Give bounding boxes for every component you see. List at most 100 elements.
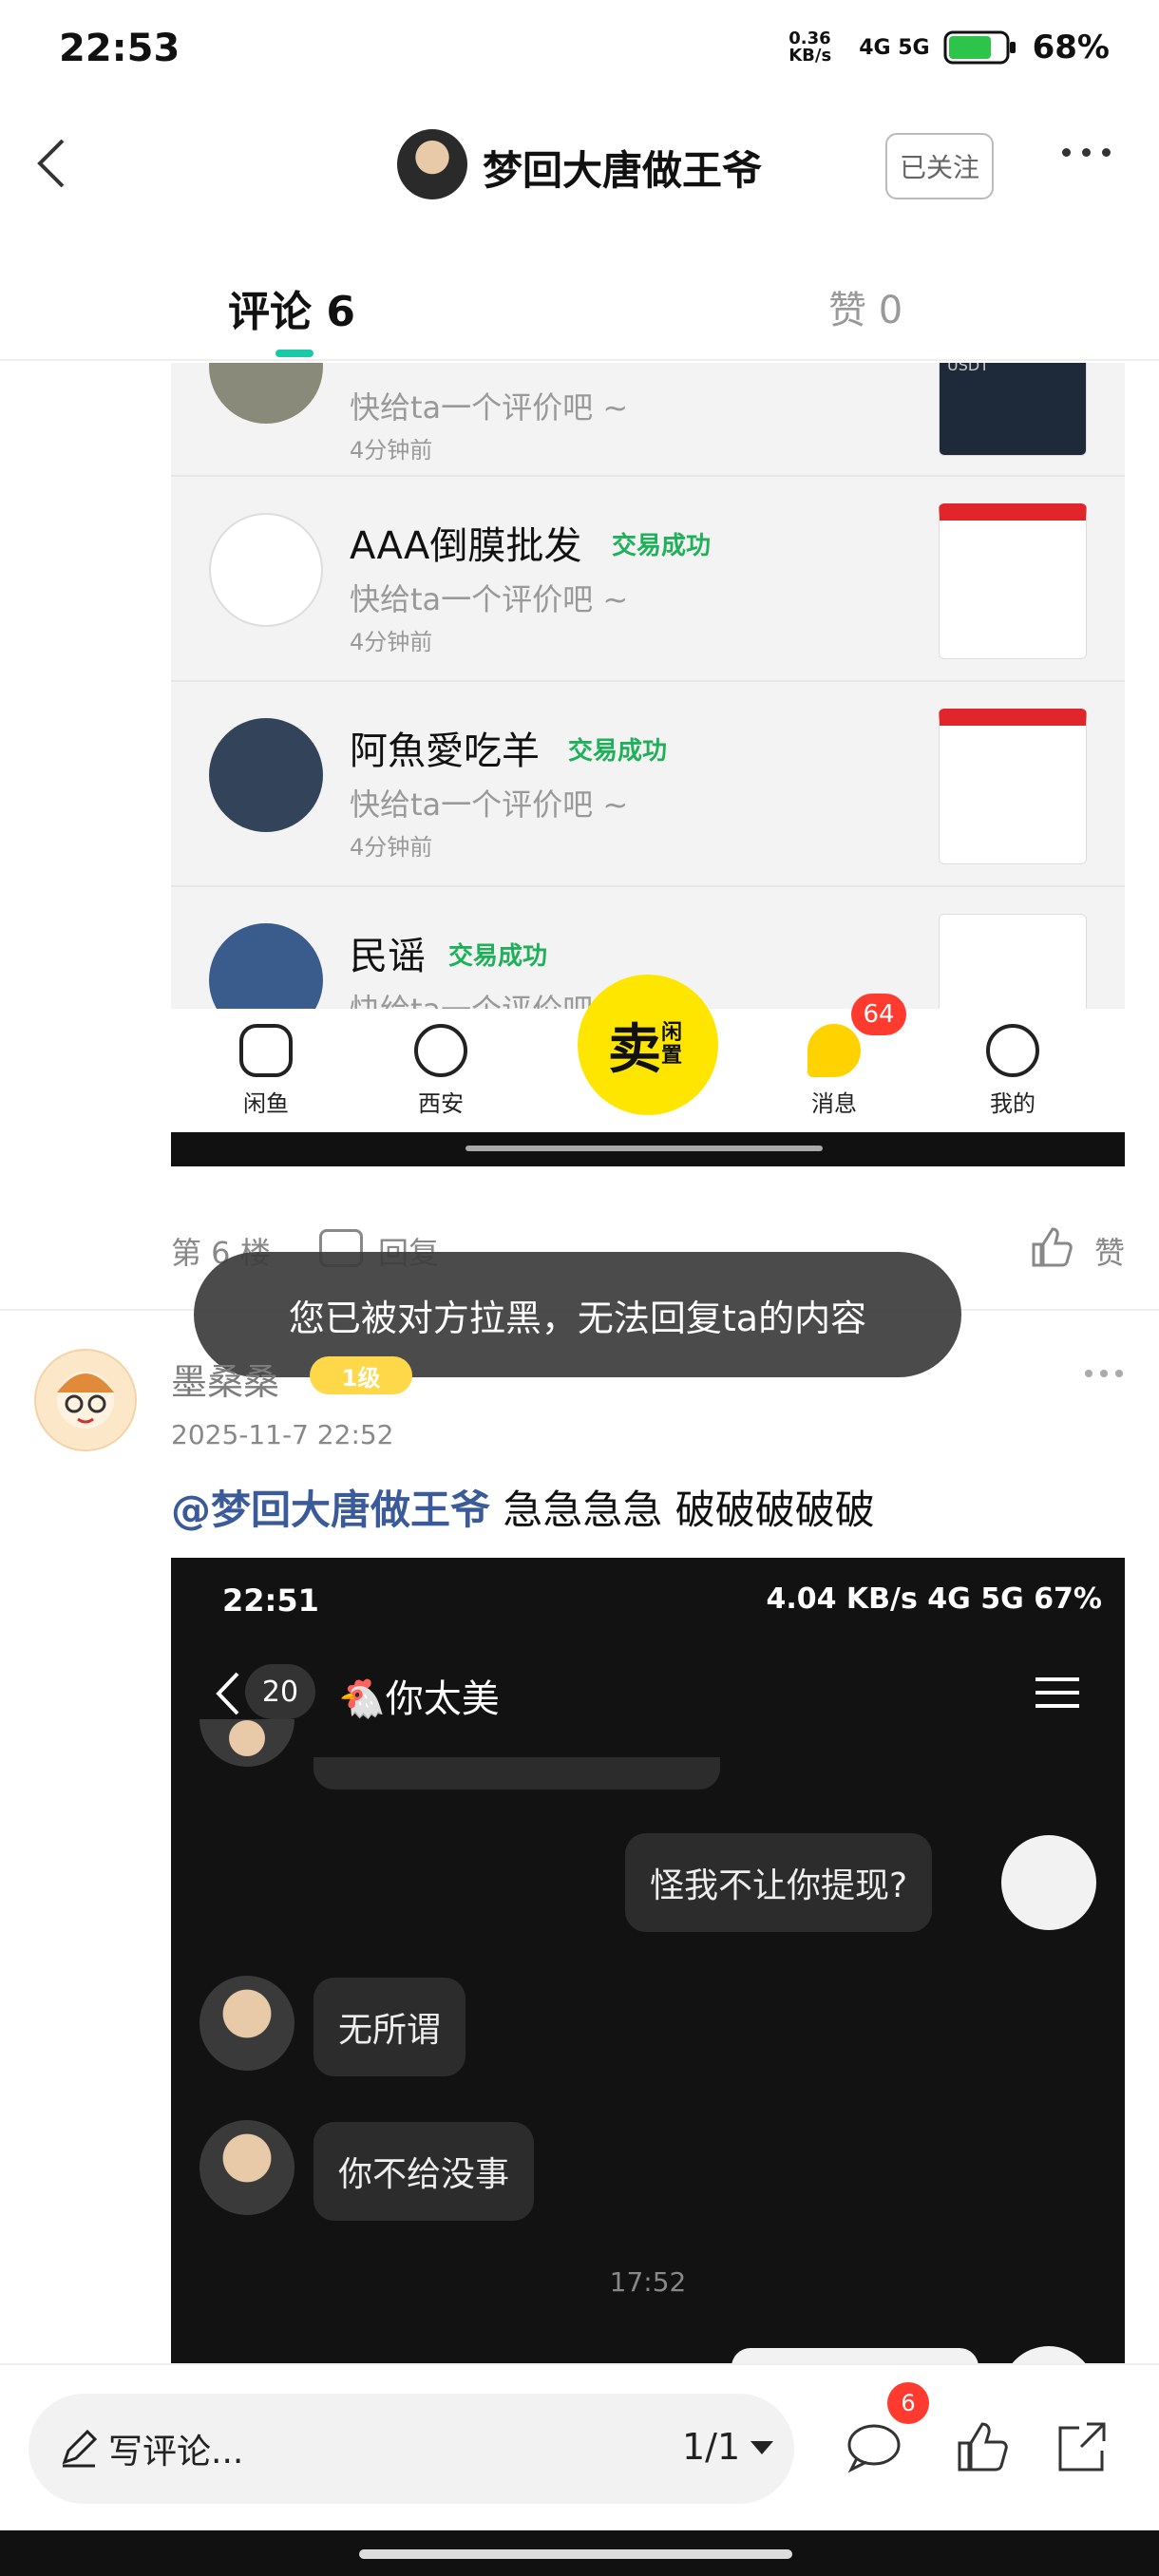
- toast-message: 您已被对方拉黑，无法回复ta的内容: [194, 1252, 961, 1377]
- chat-bubble-partial: [314, 1757, 720, 1790]
- trade-success-badge: 交易成功: [612, 532, 712, 560]
- review-item: 快给ta一个评价吧 ~ 4分钟前 USDT: [171, 363, 1125, 477]
- sell-label: 卖: [608, 1018, 661, 1081]
- mention-link[interactable]: @梦回大唐做王爷: [171, 1487, 490, 1533]
- review-time: 4分钟前: [350, 437, 433, 464]
- chat-title: 🐔你太美: [338, 1677, 500, 1721]
- status-time: 22:53: [59, 27, 180, 70]
- chat-image-partial: [732, 2348, 978, 2363]
- app-nav-bar: 闲鱼 西安 卖 闲置 消息 64 我的: [171, 975, 1125, 1132]
- battery-percent: 68%: [1032, 28, 1110, 66]
- review-thumbnail: [939, 503, 1087, 659]
- avatar: [200, 2120, 294, 2215]
- page-title: 梦回大唐做王爷: [483, 147, 763, 194]
- like-button[interactable]: 赞: [1094, 1229, 1125, 1273]
- comment-text: @梦回大唐做王爷 急急急急 破破破破破: [171, 1478, 875, 1536]
- like-icon[interactable]: [954, 2418, 1011, 2475]
- review-text: 快给ta一个评价吧 ~: [350, 786, 629, 823]
- review-item: AAA倒膜批发 交易成功 快给ta一个评价吧 ~ 4分钟前: [171, 477, 1125, 682]
- pencil-icon: [62, 2429, 98, 2468]
- review-name: 阿魚愛吃羊: [350, 729, 540, 773]
- avatar[interactable]: [397, 129, 467, 199]
- chat-status-time: 22:51: [222, 1582, 319, 1619]
- avatar: [209, 718, 323, 832]
- comment-count-badge: 6: [887, 2382, 929, 2424]
- network-indicator: 4G 5G: [859, 35, 930, 60]
- nav-messages-label: 消息: [811, 1090, 857, 1117]
- thumb-text: USDT: [947, 363, 989, 374]
- nav-local-label: 西安: [418, 1090, 464, 1117]
- home-indicator[interactable]: [359, 2549, 792, 2559]
- avatar: [1001, 1835, 1096, 1930]
- message-icon: [808, 1024, 861, 1077]
- review-time: 4分钟前: [350, 834, 433, 861]
- more-icon[interactable]: [1062, 148, 1111, 157]
- home-indicator-bar: [0, 2530, 1159, 2576]
- chat-bubble-me: 怪我不让你提现?: [625, 1833, 933, 1932]
- review-text: 快给ta一个评价吧 ~: [350, 581, 629, 617]
- comment-input[interactable]: 写评论... 1/1: [28, 2394, 794, 2504]
- avatar-face-icon: [57, 1372, 114, 1429]
- chat-timestamp: 17:52: [609, 2266, 687, 2298]
- review-thumbnail: [939, 709, 1087, 864]
- trade-success-badge: 交易成功: [448, 942, 548, 971]
- avatar: [1001, 2346, 1096, 2363]
- review-text: 快给ta一个评价吧 ~: [350, 389, 629, 426]
- review-item: 阿魚愛吃羊 交易成功 快给ta一个评价吧 ~ 4分钟前: [171, 682, 1125, 887]
- review-thumbnail: USDT: [939, 363, 1087, 456]
- messages-badge: 64: [851, 994, 906, 1035]
- review-time: 4分钟前: [350, 629, 433, 655]
- avatar: [200, 1976, 294, 2071]
- share-icon[interactable]: [1053, 2418, 1110, 2475]
- unread-count: 20: [245, 1664, 315, 1719]
- comment-time: 2025-11-7 22:52: [171, 1419, 394, 1450]
- comment-icon[interactable]: [846, 2418, 902, 2475]
- avatar: [200, 1719, 294, 1767]
- chat-bubble-them: 无所谓: [314, 1978, 466, 2076]
- chat-status-right: 4.04 KB/s 4G 5G 67%: [766, 1582, 1102, 1616]
- level-badge: 1级: [310, 1356, 412, 1394]
- comment-more-icon[interactable]: [1085, 1370, 1123, 1377]
- smile-icon: [986, 1024, 1039, 1077]
- avatar: [209, 513, 323, 627]
- review-name: 民谣: [350, 935, 426, 978]
- page-indicator[interactable]: 1/1: [682, 2426, 740, 2468]
- tab-indicator: [276, 350, 314, 357]
- status-right: 0.36 KB/s 4G 5G 68%: [788, 28, 1110, 66]
- nav-me-label: 我的: [990, 1090, 1036, 1117]
- review-name: AAA倒膜批发: [350, 524, 582, 568]
- status-bar: 22:53 0.36 KB/s 4G 5G 68%: [0, 0, 1159, 104]
- nav-home-label: 闲鱼: [243, 1090, 289, 1117]
- comment-author[interactable]: 墨桑桑: [171, 1353, 279, 1405]
- nav-local[interactable]: 西安: [414, 1024, 467, 1118]
- tabs: 评论 6 赞 0: [0, 256, 1159, 361]
- comment-bottom-bar: 写评论... 1/1 6: [0, 2363, 1159, 2530]
- comment-body: 急急急急 破破破破破: [490, 1487, 875, 1533]
- sell-sub-label: 闲置: [661, 1021, 683, 1068]
- sell-button[interactable]: 卖 闲置: [578, 975, 718, 1115]
- tab-likes[interactable]: 赞 0: [828, 279, 902, 334]
- chevron-down-icon[interactable]: [750, 2441, 773, 2454]
- tab-comments[interactable]: 评论 6: [228, 277, 355, 338]
- trade-success-badge: 交易成功: [568, 737, 668, 766]
- avatar: [209, 363, 323, 424]
- header: 梦回大唐做王爷 已关注: [0, 114, 1159, 218]
- nav-home[interactable]: 闲鱼: [239, 1024, 293, 1118]
- follow-button[interactable]: 已关注: [885, 133, 994, 199]
- comment-image-2[interactable]: 22:51 4.04 KB/s 4G 5G 67% 20 🐔你太美 怪我不让你提…: [171, 1558, 1125, 2363]
- battery-icon: [943, 30, 1016, 65]
- location-icon: [414, 1024, 467, 1077]
- chat-bubble-them: 你不给没事: [314, 2122, 535, 2221]
- home-indicator: [466, 1146, 823, 1151]
- home-indicator-bar: [171, 1132, 1125, 1166]
- comment-placeholder: 写评论...: [108, 2433, 244, 2472]
- network-speed: 0.36 KB/s: [788, 28, 832, 66]
- home-icon: [239, 1024, 293, 1077]
- avatar[interactable]: [34, 1349, 137, 1451]
- back-icon[interactable]: [25, 135, 82, 192]
- menu-icon: [1036, 1677, 1079, 1708]
- nav-messages[interactable]: 消息: [808, 1024, 861, 1118]
- nav-me[interactable]: 我的: [986, 1024, 1039, 1118]
- comment-image-1[interactable]: 快给ta一个评价吧 ~ 4分钟前 USDT AAA倒膜批发 交易成功 快给ta一…: [171, 363, 1125, 1166]
- like-icon[interactable]: [1030, 1225, 1074, 1269]
